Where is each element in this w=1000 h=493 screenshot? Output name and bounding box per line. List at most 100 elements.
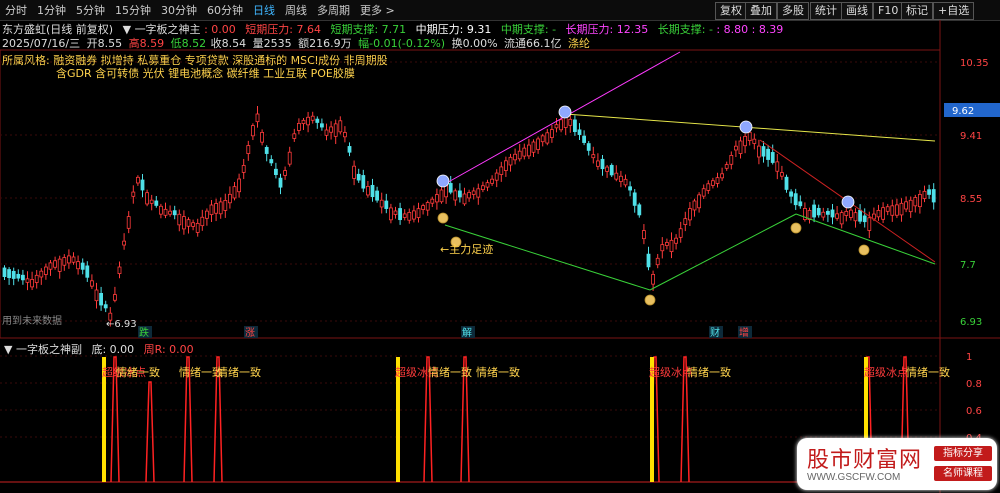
candle bbox=[660, 244, 665, 252]
price-tick: 10.35 bbox=[960, 58, 989, 69]
mood-label: 情绪一致 bbox=[476, 365, 520, 379]
candle bbox=[163, 208, 168, 216]
candle bbox=[885, 206, 890, 212]
support-line-left bbox=[444, 224, 651, 291]
candle bbox=[407, 211, 412, 221]
sub-spike bbox=[145, 381, 155, 483]
candle bbox=[177, 213, 182, 226]
main-force-label: ←主力足迹 bbox=[440, 243, 493, 256]
candle bbox=[269, 159, 274, 164]
candle bbox=[62, 257, 67, 266]
candle bbox=[296, 123, 301, 131]
candle bbox=[158, 205, 163, 215]
candle bbox=[646, 253, 651, 268]
watermark-title: 股市财富网 bbox=[807, 448, 923, 473]
candle bbox=[678, 228, 683, 238]
candle bbox=[329, 126, 334, 133]
candle bbox=[849, 209, 853, 218]
candle bbox=[632, 192, 637, 206]
candle bbox=[724, 164, 729, 169]
candle bbox=[908, 199, 913, 213]
candle bbox=[25, 278, 30, 283]
candle bbox=[39, 270, 44, 278]
candle bbox=[94, 289, 99, 302]
candle bbox=[793, 193, 798, 206]
candle bbox=[67, 255, 71, 264]
ice-label: 超级冰点 bbox=[864, 365, 908, 379]
candle bbox=[586, 143, 591, 151]
candle bbox=[527, 144, 531, 157]
candle bbox=[747, 131, 752, 142]
candle bbox=[218, 201, 223, 215]
candle bbox=[315, 118, 320, 123]
candle bbox=[867, 217, 872, 231]
candle bbox=[931, 189, 936, 203]
candle bbox=[457, 190, 462, 198]
candle bbox=[697, 194, 701, 209]
candle bbox=[927, 189, 931, 195]
marker-unlock: 解 bbox=[462, 326, 472, 339]
candle bbox=[761, 146, 766, 157]
candle bbox=[448, 183, 453, 193]
candle bbox=[255, 113, 260, 123]
candle bbox=[103, 304, 108, 309]
candle bbox=[425, 202, 430, 211]
candle bbox=[706, 183, 711, 191]
candle bbox=[2, 267, 7, 277]
candle bbox=[605, 166, 609, 172]
sub-labels: 超级冰点 情绪一致 情绪一致 情绪一致 超级冰点 情绪一致 情绪一致 超级冰点 … bbox=[102, 365, 950, 379]
candle bbox=[862, 215, 867, 223]
candle bbox=[462, 193, 467, 205]
candle bbox=[596, 160, 600, 167]
candle bbox=[490, 178, 495, 184]
candle bbox=[628, 186, 632, 191]
money-bag-icon bbox=[644, 294, 656, 306]
candle bbox=[80, 262, 85, 270]
candle bbox=[333, 123, 338, 137]
candle bbox=[568, 118, 573, 126]
candle bbox=[388, 207, 393, 221]
face-icon bbox=[841, 195, 855, 209]
sub-tick: 0.8 bbox=[966, 379, 982, 390]
candle bbox=[775, 161, 780, 172]
candle bbox=[784, 176, 789, 190]
candle bbox=[798, 201, 803, 207]
candle bbox=[522, 147, 527, 157]
candle bbox=[278, 177, 283, 188]
candle bbox=[11, 270, 16, 279]
candle bbox=[904, 201, 908, 210]
candle bbox=[669, 239, 674, 253]
candle bbox=[117, 266, 122, 274]
candle bbox=[384, 200, 389, 209]
candle bbox=[347, 146, 352, 153]
candle bbox=[306, 116, 311, 126]
candle bbox=[145, 192, 150, 205]
candle bbox=[619, 175, 623, 182]
candle bbox=[273, 168, 278, 175]
candle bbox=[729, 154, 734, 165]
candle bbox=[683, 218, 688, 225]
candle bbox=[573, 119, 577, 132]
candle bbox=[99, 292, 103, 306]
candle bbox=[517, 150, 522, 160]
candle bbox=[411, 210, 416, 220]
future-data-label: 用到未来数据 bbox=[2, 314, 62, 327]
money-bag-icon bbox=[437, 212, 449, 224]
candle bbox=[113, 294, 117, 301]
watermark-badge: 指标分享 bbox=[934, 446, 992, 461]
candle bbox=[812, 204, 816, 218]
candle bbox=[614, 172, 619, 180]
candle bbox=[204, 210, 209, 219]
face-icon bbox=[436, 174, 450, 188]
candle bbox=[260, 131, 265, 143]
candle bbox=[734, 145, 738, 151]
candle bbox=[711, 180, 715, 186]
kline-chart[interactable]: 10.35 9.41 8.55 7.7 6.93 9.62 1 0.8 0.6 … bbox=[0, 0, 1000, 493]
candle bbox=[545, 132, 550, 144]
candle bbox=[283, 170, 288, 176]
candle bbox=[186, 219, 191, 227]
candle bbox=[264, 146, 269, 154]
candle bbox=[430, 198, 435, 204]
candle bbox=[375, 190, 380, 201]
candle bbox=[122, 240, 126, 246]
